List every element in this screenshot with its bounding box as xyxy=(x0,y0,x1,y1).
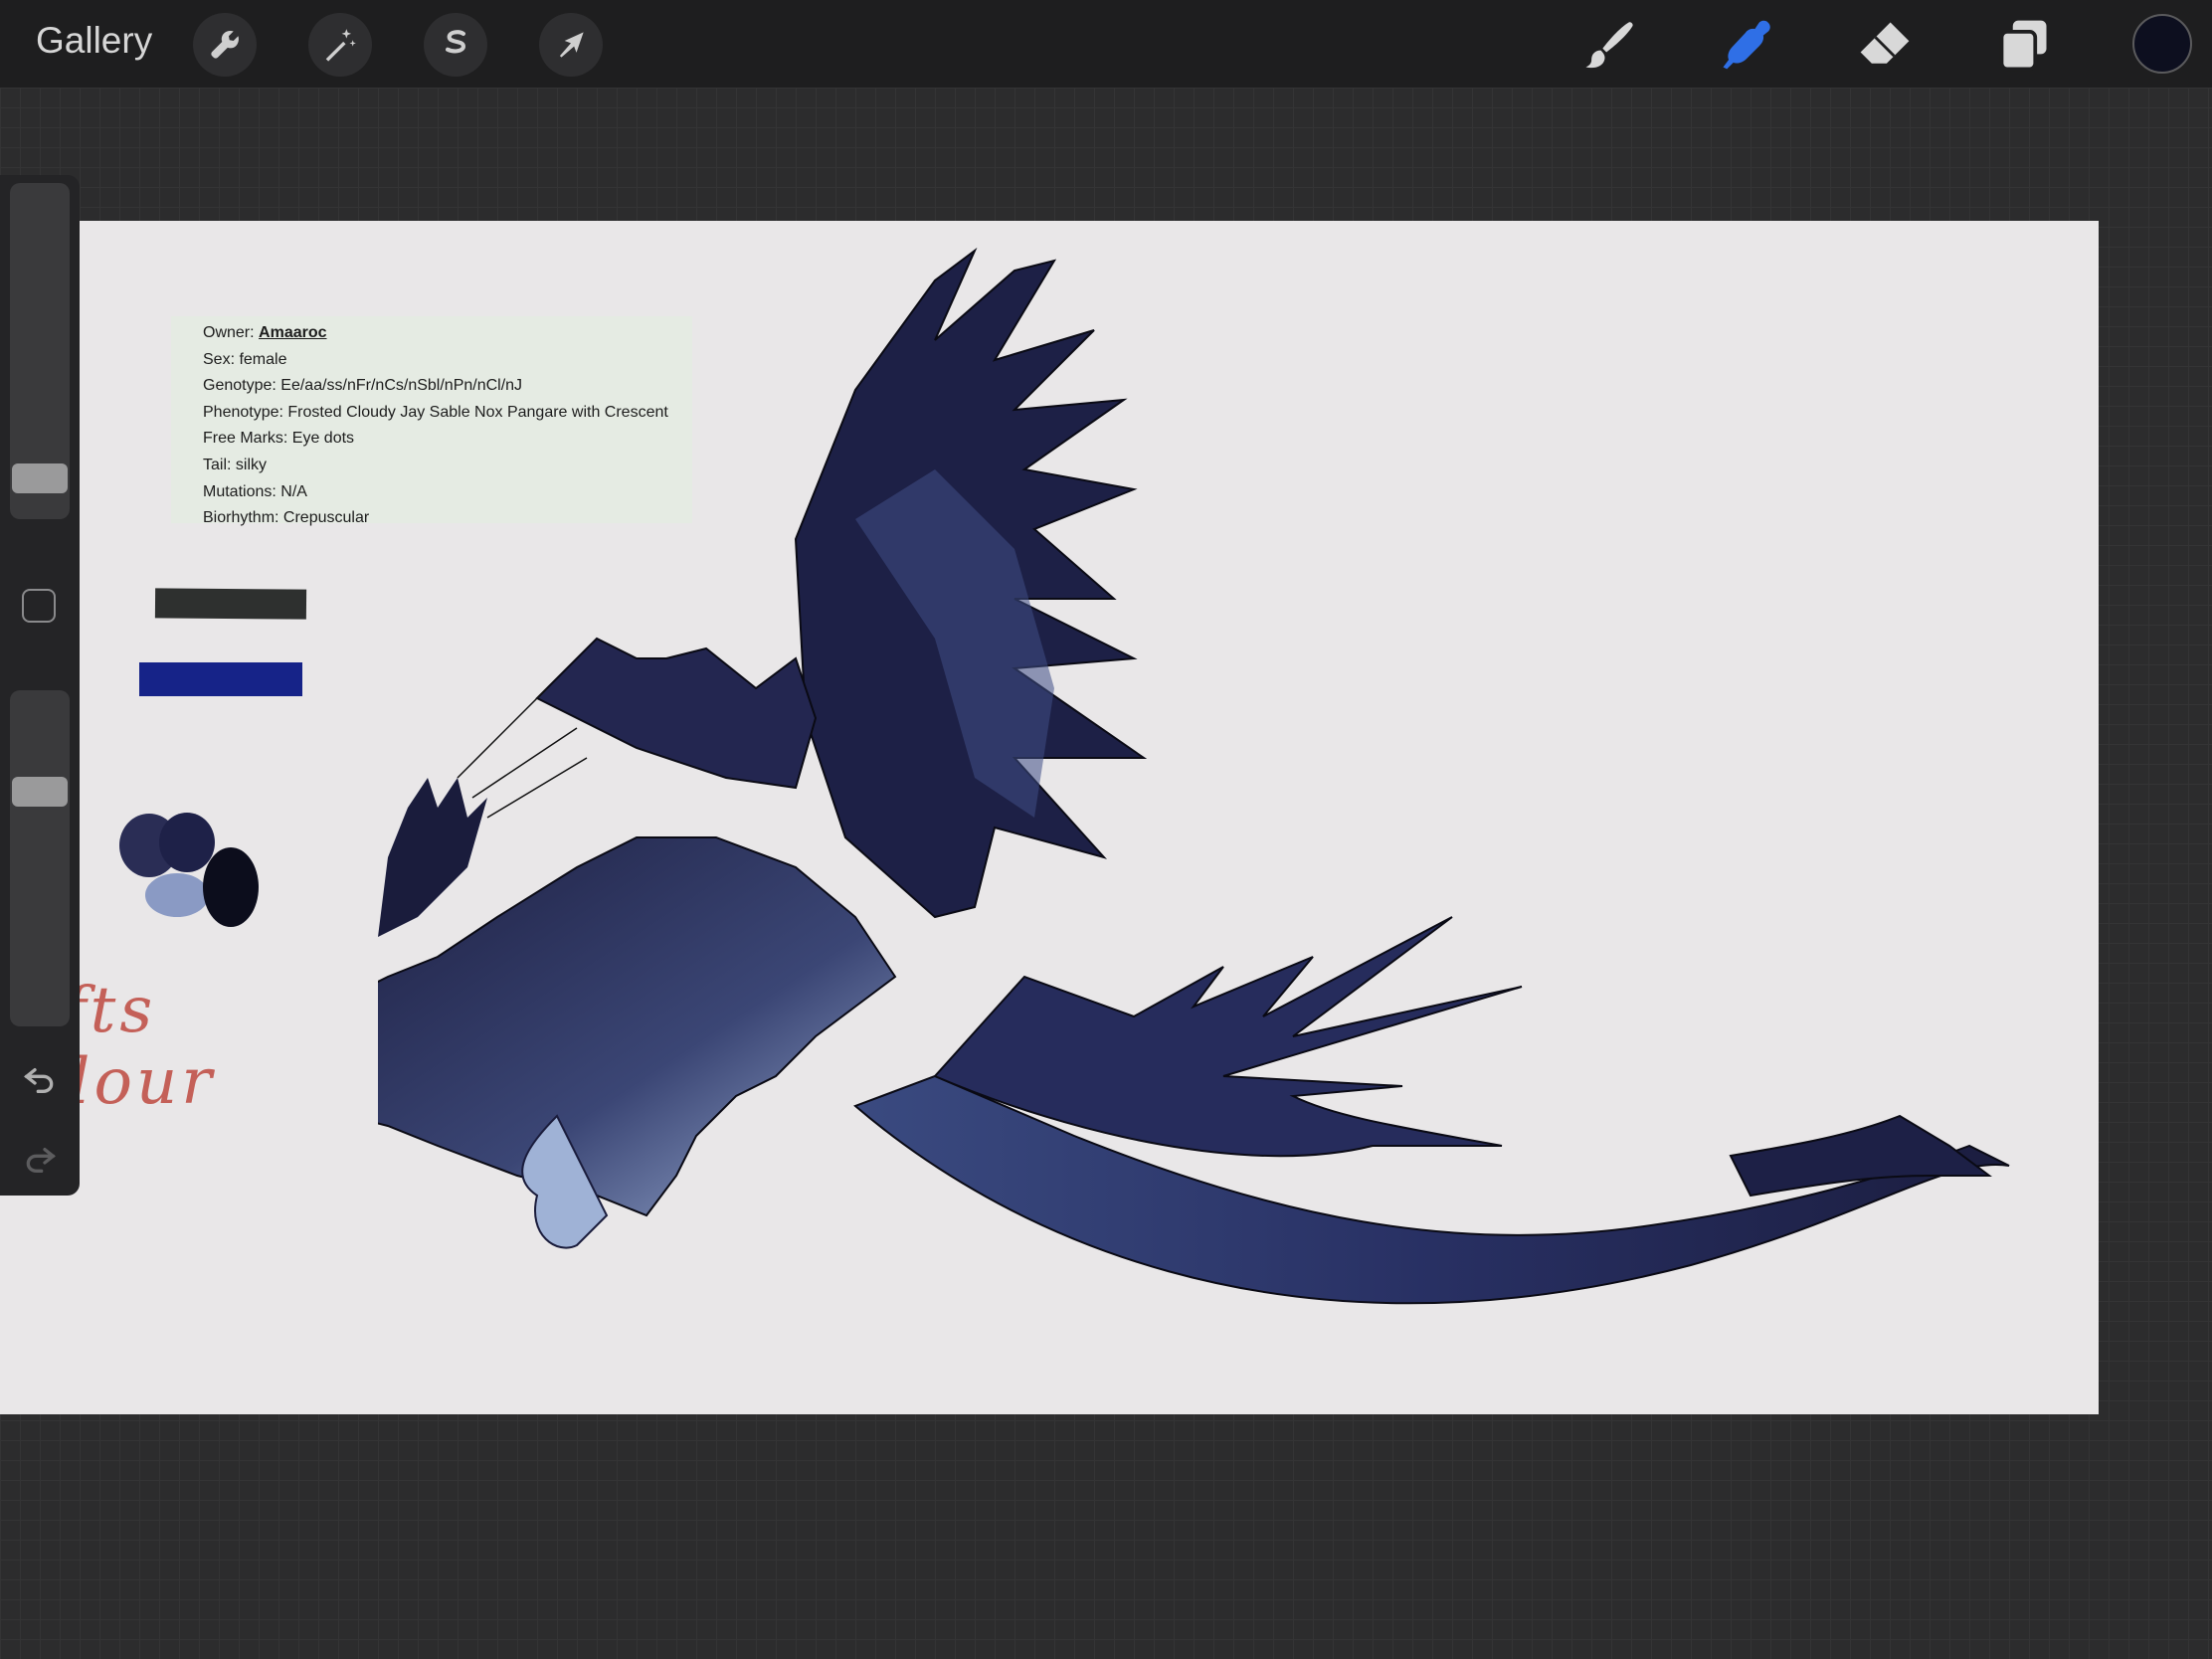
brush-size-slider[interactable] xyxy=(10,183,70,519)
gallery-button[interactable]: Gallery xyxy=(36,20,152,62)
color-palette-blobs xyxy=(119,813,259,927)
sex-line: Sex: female xyxy=(203,351,287,368)
smudge-icon[interactable] xyxy=(1713,12,1778,78)
transform-arrow-icon[interactable] xyxy=(539,13,603,77)
owner-line: Owner: Amaaroc xyxy=(203,324,327,342)
drawing-canvas[interactable]: Owner: Amaaroc Sex: female Genotype: Ee/… xyxy=(0,221,2099,1414)
opacity-knob[interactable] xyxy=(12,777,68,808)
owner-label: Owner: xyxy=(203,324,255,341)
brush-size-knob[interactable] xyxy=(12,462,68,493)
current-color-button[interactable] xyxy=(2132,14,2192,74)
magic-wand-icon[interactable] xyxy=(308,13,372,77)
owner-name: Amaaroc xyxy=(259,324,327,341)
undo-icon[interactable] xyxy=(20,1058,60,1098)
opacity-slider[interactable] xyxy=(10,690,70,1026)
layers-icon[interactable] xyxy=(1991,12,2057,78)
selection-s-icon[interactable] xyxy=(424,13,487,77)
eraser-icon[interactable] xyxy=(1852,12,1918,78)
blue-color-swatch xyxy=(139,662,302,696)
gray-color-swatch xyxy=(154,588,307,620)
brush-icon[interactable] xyxy=(1575,12,1641,78)
biorhythm-line: Biorhythm: Crepuscular xyxy=(203,509,370,526)
wrench-icon[interactable] xyxy=(193,13,257,77)
top-toolbar: Gallery xyxy=(0,0,2212,88)
modify-color-square-button[interactable] xyxy=(22,589,56,623)
tail-line: Tail: silky xyxy=(203,457,268,473)
phoenix-bird-illustration xyxy=(378,247,2010,1305)
left-sidebar xyxy=(0,175,80,1196)
free-marks-line: Free Marks: Eye dots xyxy=(203,430,355,447)
redo-icon[interactable] xyxy=(20,1138,60,1178)
mutations-line: Mutations: N/A xyxy=(203,483,307,500)
